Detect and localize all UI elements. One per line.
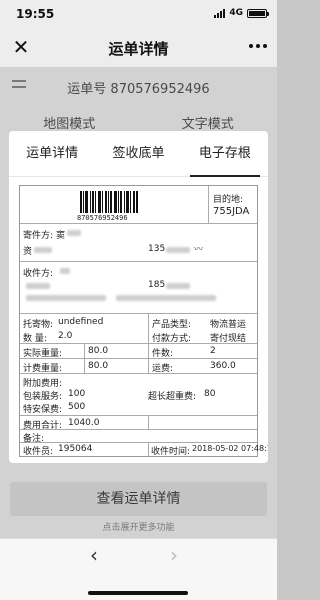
tab-waybill-detail[interactable]: 运单详情 bbox=[9, 131, 95, 176]
sender-sign-mark-icon: 〰 bbox=[194, 245, 204, 255]
more-icon[interactable] bbox=[249, 44, 267, 48]
packaging-label: 包装服务: bbox=[23, 392, 63, 402]
receive-time-label: 收件时间: bbox=[151, 447, 191, 457]
modal-tabs: 运单详情 签收底单 电子存根 bbox=[9, 131, 268, 177]
chevron-right-icon[interactable]: › bbox=[170, 543, 178, 567]
quantity-value: 2.0 bbox=[58, 331, 73, 341]
status-indicators: 4G bbox=[214, 8, 269, 18]
destination-value: 755JDA bbox=[213, 206, 250, 217]
receiver-staff-value: 195064 bbox=[58, 444, 93, 454]
sender-row: 寄件方: 窦 资 135 〰 bbox=[20, 224, 257, 262]
payment-method-value: 寄付现结 bbox=[210, 334, 247, 344]
expand-hint: 点击展开更多功能 bbox=[102, 523, 175, 533]
receive-info-row: 收件员: 195064 收件时间: 2018-05-02 07:48:18 bbox=[20, 443, 268, 457]
navigation-bar: ✕ 运单详情 bbox=[0, 28, 277, 68]
sender-name: 窦 bbox=[56, 231, 66, 241]
insurance-value: 500 bbox=[68, 402, 86, 412]
status-bar: 19:55 4G bbox=[0, 0, 277, 28]
payment-method-label: 付款方式: bbox=[152, 334, 192, 344]
browser-bottom-bar: ‹ › bbox=[0, 538, 277, 600]
billing-weight-label: 计费重量: bbox=[23, 364, 63, 374]
pieces-value: 2 bbox=[210, 346, 216, 356]
receiver-staff-label: 收件员: bbox=[23, 447, 54, 457]
remark-row: 备注: bbox=[20, 430, 257, 444]
receiver-phone: 185 bbox=[148, 280, 166, 290]
billing-weight-row: 计费重量: 80.0 运费: 360.0 bbox=[20, 359, 257, 374]
barcode-image bbox=[80, 191, 140, 213]
home-indicator bbox=[88, 591, 188, 595]
network-label: 4G bbox=[229, 8, 243, 18]
pieces-label: 件数: bbox=[152, 349, 174, 359]
sender-label: 寄件方: bbox=[23, 231, 54, 241]
chevron-left-icon[interactable]: ‹ bbox=[90, 543, 98, 567]
waybill-number-label: 运单号 870576952496 bbox=[67, 82, 210, 97]
billing-weight-value: 80.0 bbox=[88, 361, 109, 371]
total-row: 费用合计: 1040.0 bbox=[20, 416, 257, 431]
actual-weight-value: 80.0 bbox=[88, 346, 109, 356]
consignment-label: 托寄物: bbox=[23, 320, 54, 330]
signal-icon bbox=[214, 8, 226, 18]
receive-time-value: 2018-05-02 07:48:18 bbox=[192, 444, 268, 453]
product-type-label: 产品类型: bbox=[152, 320, 192, 330]
receiver-label: 收件方: bbox=[23, 269, 54, 279]
electronic-stub-modal: 运单详情 签收底单 电子存根 870576952496 目的地: 755JDA … bbox=[9, 131, 268, 463]
overlong-fee-value: 80 bbox=[204, 389, 216, 399]
extra-fee-label: 附加费用: bbox=[23, 379, 63, 389]
freight-label: 运费: bbox=[152, 364, 174, 374]
stub-form: 870576952496 目的地: 755JDA 寄件方: 窦 资 135 〰 … bbox=[19, 185, 268, 457]
waybill-header: 运单号 870576952496 bbox=[0, 68, 277, 106]
battery-icon bbox=[247, 8, 269, 18]
tab-map-mode[interactable]: 地图模式 bbox=[0, 113, 139, 132]
actual-weight-row: 实际重量: 80.0 件数: 2 bbox=[20, 344, 257, 359]
tab-signed-receipt[interactable]: 签收底单 bbox=[95, 131, 181, 176]
view-waybill-detail-button[interactable]: 查看运单详情 bbox=[10, 482, 267, 516]
insurance-label: 特安保费: bbox=[23, 405, 63, 415]
receiver-row: 收件方: 185 bbox=[20, 262, 257, 314]
actual-weight-label: 实际重量: bbox=[23, 349, 63, 359]
sender-address-prefix: 资 bbox=[23, 247, 33, 257]
page-title: 运单详情 bbox=[108, 40, 169, 58]
quantity-label: 数 量: bbox=[23, 334, 47, 344]
extra-fees-row: 附加费用: 包装服务: 100 超长超重费: 80 特安保费: 500 bbox=[20, 374, 257, 416]
barcode-number: 870576952496 bbox=[77, 214, 128, 222]
tab-text-mode[interactable]: 文字模式 bbox=[139, 113, 278, 132]
status-time: 19:55 bbox=[16, 7, 55, 21]
freight-value: 360.0 bbox=[210, 361, 236, 371]
view-mode-tabs: 地图模式 文字模式 bbox=[0, 113, 277, 132]
consignment-row: 托寄物: undefined 数 量: 2.0 产品类型: 物流普运 付款方式:… bbox=[20, 314, 257, 344]
packaging-value: 100 bbox=[68, 389, 86, 399]
sender-phone: 135 bbox=[148, 244, 166, 254]
total-value: 1040.0 bbox=[68, 418, 100, 428]
destination-label: 目的地: bbox=[213, 195, 244, 205]
tab-electronic-stub[interactable]: 电子存根 bbox=[182, 131, 268, 177]
barcode-row: 870576952496 目的地: 755JDA bbox=[20, 186, 257, 224]
overlong-fee-label: 超长超重费: bbox=[148, 392, 197, 402]
product-type-value: 物流普运 bbox=[210, 320, 247, 330]
consignment-value: undefined bbox=[58, 317, 104, 327]
